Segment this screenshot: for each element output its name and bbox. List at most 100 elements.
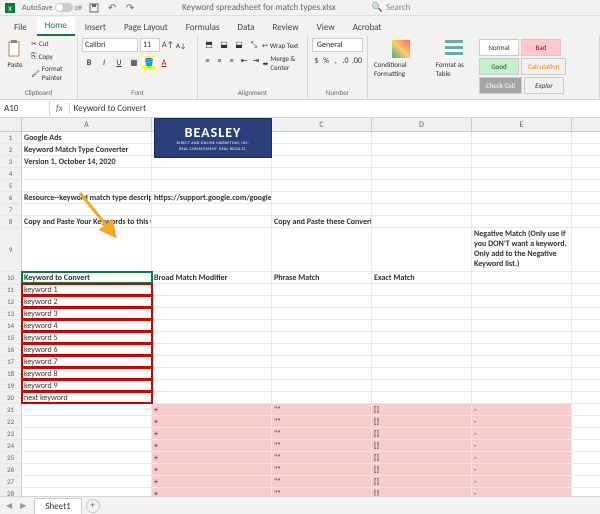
cell-D13[interactable]	[372, 308, 472, 319]
border-button[interactable]: ▦	[127, 56, 141, 70]
sheet-tab-1[interactable]: Sheet1	[34, 498, 81, 514]
increase-font-icon[interactable]: A↑	[162, 40, 174, 50]
cell-A19[interactable]: keyword 9	[22, 380, 152, 391]
cell-A6[interactable]: Resource--keyword match type description…	[22, 192, 152, 203]
cell-C10[interactable]: Phrase Match	[272, 272, 372, 283]
cell-A27[interactable]	[22, 476, 152, 487]
align-middle-icon[interactable]: ⬓	[217, 38, 231, 52]
cell-E24[interactable]: -	[472, 440, 572, 451]
cell-D17[interactable]	[372, 356, 472, 367]
cell-A7[interactable]	[22, 204, 152, 215]
cell-E9[interactable]: Negative Match (Only use if you DON'T wa…	[472, 228, 572, 271]
cell-A4[interactable]	[22, 168, 152, 179]
cell-B7[interactable]	[152, 204, 272, 215]
style-explanatory[interactable]: Explor	[524, 77, 564, 94]
row-header[interactable]: 27	[0, 476, 22, 487]
cell-A10[interactable]: Keyword to Convert	[22, 272, 152, 283]
row-header[interactable]: 25	[0, 452, 22, 463]
cell-E18[interactable]	[472, 368, 572, 379]
number-format-select[interactable]: General	[312, 38, 363, 52]
cell-E16[interactable]	[472, 344, 572, 355]
style-good[interactable]: Good	[479, 58, 519, 75]
col-header-d[interactable]: D	[372, 118, 472, 131]
cell-D26[interactable]: []	[372, 464, 472, 475]
cell-C17[interactable]	[272, 356, 372, 367]
cell-E14[interactable]	[472, 320, 572, 331]
cell-D8[interactable]	[372, 216, 472, 227]
cell-C27[interactable]: ""	[272, 476, 372, 487]
cell-A1[interactable]: Google Ads	[22, 132, 152, 143]
style-calculation[interactable]: Calculation	[521, 58, 567, 75]
cell-A14[interactable]: keyword 4	[22, 320, 152, 331]
style-check-cell[interactable]: Check Cell	[479, 77, 522, 94]
cell-D10[interactable]: Exact Match	[372, 272, 472, 283]
cell-E12[interactable]	[472, 296, 572, 307]
align-top-icon[interactable]: ⬒	[202, 38, 216, 52]
align-right-icon[interactable]: ≡	[226, 54, 237, 68]
cell-B16[interactable]	[152, 344, 272, 355]
align-left-icon[interactable]: ≡	[202, 54, 213, 68]
row-header[interactable]: 26	[0, 464, 22, 475]
indent-inc-icon[interactable]: ⇥	[250, 54, 261, 68]
font-name-select[interactable]: Calibri	[82, 38, 138, 52]
cell-A13[interactable]: keyword 3	[22, 308, 152, 319]
percent-icon[interactable]: %	[322, 54, 331, 68]
cell-E19[interactable]	[472, 380, 572, 391]
cell-B15[interactable]	[152, 332, 272, 343]
cell-D7[interactable]	[372, 204, 472, 215]
bold-button[interactable]: B	[82, 56, 96, 70]
cell-B22[interactable]: +	[152, 416, 272, 427]
cell-D3[interactable]	[372, 156, 472, 167]
align-bottom-icon[interactable]: ⬓	[232, 38, 246, 52]
cell-A21[interactable]	[22, 404, 152, 415]
cell-B8[interactable]	[152, 216, 272, 227]
cell-E20[interactable]	[472, 392, 572, 403]
cell-A20[interactable]: next keyword	[22, 392, 152, 403]
row-header[interactable]: 14	[0, 320, 22, 331]
style-normal[interactable]: Normal	[479, 39, 519, 56]
cell-E25[interactable]: -	[472, 452, 572, 463]
cell-A2[interactable]: Keyword Match Type Converter	[22, 144, 152, 155]
name-box[interactable]: A10	[0, 101, 50, 116]
cut-button[interactable]: ✂Cut	[29, 38, 73, 49]
cell-D5[interactable]	[372, 180, 472, 191]
row-header[interactable]: 7	[0, 204, 22, 215]
align-center-icon[interactable]: ≡	[214, 54, 225, 68]
cell-B17[interactable]	[152, 356, 272, 367]
search-box[interactable]: 🔍 Search	[372, 2, 411, 13]
cell-D20[interactable]	[372, 392, 472, 403]
cell-A22[interactable]	[22, 416, 152, 427]
cell-A11[interactable]: keyword 1	[22, 284, 152, 295]
font-size-select[interactable]: 11	[140, 38, 160, 52]
cell-C2[interactable]	[272, 144, 372, 155]
cell-C25[interactable]: ""	[272, 452, 372, 463]
copy-button[interactable]: ⎘Copy	[29, 50, 73, 62]
cell-A26[interactable]	[22, 464, 152, 475]
row-header[interactable]: 20	[0, 392, 22, 403]
cell-A18[interactable]: keyword 8	[22, 368, 152, 379]
cell-C11[interactable]	[272, 284, 372, 295]
cell-E23[interactable]: -	[472, 428, 572, 439]
col-header-e[interactable]: E	[472, 118, 572, 131]
cell-C8[interactable]: Copy and Paste these Converted Keywords …	[272, 216, 372, 227]
cell-D4[interactable]	[372, 168, 472, 179]
row-header[interactable]: 19	[0, 380, 22, 391]
cell-B4[interactable]	[152, 168, 272, 179]
cell-C19[interactable]	[272, 380, 372, 391]
cell-C14[interactable]	[272, 320, 372, 331]
currency-icon[interactable]: $	[312, 54, 321, 68]
cell-C13[interactable]	[272, 308, 372, 319]
dec-inc-icon[interactable]: .0	[341, 54, 350, 68]
wrap-text-button[interactable]: ↩Wrap Text	[262, 38, 298, 52]
row-header[interactable]: 21	[0, 404, 22, 415]
cell-D18[interactable]	[372, 368, 472, 379]
row-header[interactable]: 22	[0, 416, 22, 427]
cell-B26[interactable]: +	[152, 464, 272, 475]
tab-formulas[interactable]: Formulas	[178, 19, 228, 36]
cell-D1[interactable]	[372, 132, 472, 143]
row-header[interactable]: 18	[0, 368, 22, 379]
indent-dec-icon[interactable]: ⇤	[238, 54, 249, 68]
underline-button[interactable]: U	[112, 56, 126, 70]
row-header[interactable]: 24	[0, 440, 22, 451]
cell-C26[interactable]: ""	[272, 464, 372, 475]
